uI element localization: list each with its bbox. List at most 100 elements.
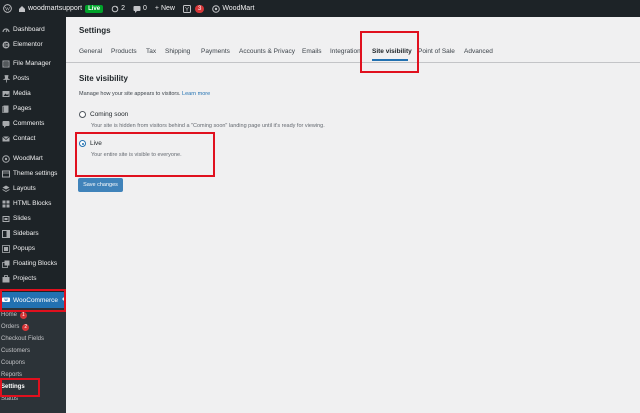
sidebar-item-woocommerce[interactable]: W WooCommerce bbox=[0, 292, 66, 308]
elementor-icon bbox=[2, 41, 10, 49]
submenu-item-settings[interactable]: Settings bbox=[1, 382, 25, 392]
active-tab-indicator bbox=[372, 59, 408, 61]
save-changes-button[interactable]: Save changes bbox=[78, 178, 123, 192]
html-blocks-icon bbox=[2, 200, 10, 208]
section-title: Site visibility bbox=[79, 74, 128, 83]
submenu-item-reports[interactable]: Reports bbox=[1, 370, 22, 380]
sidebar-item-projects[interactable]: Projects bbox=[0, 271, 66, 286]
sidebar-item-media[interactable]: Media bbox=[0, 86, 66, 101]
new-content-link[interactable]: + New bbox=[151, 0, 179, 17]
tab-payments[interactable]: Payments bbox=[201, 48, 230, 55]
sidebar-item-label: File Manager bbox=[13, 60, 51, 67]
submenu-item-label: Orders bbox=[1, 324, 20, 330]
woodmart-link[interactable]: WoodMart bbox=[208, 0, 258, 17]
tab-point-of-sale[interactable]: Point of Sale bbox=[418, 48, 455, 55]
site-name-link[interactable]: woodmartsupport Live bbox=[14, 0, 107, 17]
tab-site-visibility[interactable]: Site visibility bbox=[372, 48, 412, 55]
live-option[interactable]: Live bbox=[79, 140, 102, 147]
sidebar-item-label: Elementor bbox=[13, 41, 43, 48]
sidebar-item-sidebars[interactable]: Sidebars bbox=[0, 226, 66, 241]
learn-more-link[interactable]: Learn more bbox=[182, 91, 210, 97]
comments-icon bbox=[2, 120, 10, 128]
updates-count: 2 bbox=[121, 5, 126, 12]
sidebar-item-elementor[interactable]: Elementor bbox=[0, 37, 66, 52]
sidebar-item-woodmart[interactable]: WoodMart bbox=[0, 151, 66, 166]
sidebar-item-slides[interactable]: Slides bbox=[0, 211, 66, 226]
submenu-item-home[interactable]: Home 1 bbox=[1, 310, 27, 320]
layouts-icon bbox=[2, 185, 10, 193]
live-radio[interactable] bbox=[79, 140, 86, 147]
tab-advanced[interactable]: Advanced bbox=[464, 48, 493, 55]
coming-soon-radio[interactable] bbox=[79, 111, 86, 118]
submenu-item-customers[interactable]: Customers bbox=[1, 346, 30, 356]
site-name: woodmartsupport bbox=[28, 5, 83, 12]
floating-blocks-icon bbox=[2, 260, 10, 268]
pages-icon bbox=[2, 105, 10, 113]
contact-icon bbox=[2, 135, 10, 143]
woodmart-label: WoodMart bbox=[222, 5, 255, 12]
sidebar-item-label: Slides bbox=[13, 215, 31, 222]
submenu-item-checkout-fields[interactable]: Checkout Fields bbox=[1, 334, 44, 344]
tab-shipping[interactable]: Shipping bbox=[165, 48, 190, 55]
sidebar-item-html-blocks[interactable]: HTML Blocks bbox=[0, 196, 66, 211]
home-icon bbox=[18, 5, 26, 13]
sidebar-item-floating-blocks[interactable]: Floating Blocks bbox=[0, 256, 66, 271]
coming-soon-option[interactable]: Coming soon bbox=[79, 111, 128, 118]
sidebar-item-label: Theme settings bbox=[13, 170, 58, 177]
sidebar-item-label: HTML Blocks bbox=[13, 200, 52, 207]
comments-link[interactable]: 0 bbox=[129, 0, 151, 17]
live-badge: Live bbox=[85, 4, 104, 13]
coming-soon-label: Coming soon bbox=[90, 111, 129, 118]
sidebar-item-label: Sidebars bbox=[13, 230, 39, 237]
sidebars-icon bbox=[2, 229, 10, 238]
admin-bar: W woodmartsupport Live 2 0 + New Y 3 Woo… bbox=[0, 0, 640, 17]
tab-accounts-privacy[interactable]: Accounts & Privacy bbox=[239, 48, 295, 55]
submenu-item-label: Status bbox=[1, 396, 19, 402]
submenu-item-status[interactable]: Status bbox=[1, 394, 18, 404]
live-label: Live bbox=[90, 140, 102, 147]
orders-count-badge: 2 bbox=[22, 323, 30, 331]
submenu-item-coupons[interactable]: Coupons bbox=[1, 358, 25, 368]
sidebar-item-label: Dashboard bbox=[13, 26, 45, 33]
tab-integration[interactable]: Integration bbox=[330, 48, 361, 55]
page-title: Settings bbox=[79, 26, 111, 35]
live-help: Your entire site is visible to everyone. bbox=[91, 152, 182, 158]
section-description: Manage how your site appears to visitors… bbox=[79, 91, 210, 97]
updates-link[interactable]: 2 bbox=[107, 0, 129, 17]
wordpress-logo-icon[interactable]: W bbox=[0, 0, 14, 17]
sidebar-item-comments[interactable]: Comments bbox=[0, 116, 66, 131]
tab-products[interactable]: Products bbox=[111, 48, 137, 55]
submenu-item-label: Checkout Fields bbox=[1, 336, 45, 342]
settings-icon bbox=[2, 170, 10, 178]
tab-emails[interactable]: Emails bbox=[302, 48, 322, 55]
yoast-icon: Y bbox=[182, 4, 191, 13]
sidebar-item-contact[interactable]: Contact bbox=[0, 131, 66, 146]
sidebar-item-label: Comments bbox=[13, 120, 45, 127]
sidebar-item-popups[interactable]: Popups bbox=[0, 241, 66, 256]
woocommerce-submenu: Home 1 Orders 2 Checkout Fields Customer… bbox=[0, 308, 66, 413]
file-manager-icon bbox=[2, 60, 10, 68]
sidebar-item-label: Contact bbox=[13, 135, 36, 142]
sidebar-item-layouts[interactable]: Layouts bbox=[0, 181, 66, 196]
yoast-link[interactable]: Y 3 bbox=[179, 0, 208, 17]
svg-text:Y: Y bbox=[185, 7, 189, 13]
sidebar-item-theme-settings[interactable]: Theme settings bbox=[0, 166, 66, 181]
sidebar-item-label: Projects bbox=[13, 275, 37, 282]
sidebar-item-label: Layouts bbox=[13, 185, 36, 192]
sidebar-item-dashboard[interactable]: Dashboard bbox=[0, 22, 66, 37]
submenu-item-orders[interactable]: Orders 2 bbox=[1, 322, 30, 332]
submenu-item-label: Home bbox=[1, 312, 18, 318]
tab-general[interactable]: General bbox=[79, 48, 102, 55]
settings-tabs: General Products Tax Shipping Payments A… bbox=[66, 43, 640, 63]
tab-tax[interactable]: Tax bbox=[146, 48, 156, 55]
comment-bubble-icon bbox=[133, 5, 141, 13]
new-label: + New bbox=[154, 5, 175, 12]
section-description-text: Manage how your site appears to visitors… bbox=[79, 91, 181, 97]
sidebar-item-pages[interactable]: Pages bbox=[0, 101, 66, 116]
sidebar-item-file-manager[interactable]: File Manager bbox=[0, 56, 66, 71]
sidebar-item-label: Floating Blocks bbox=[13, 260, 58, 267]
coming-soon-help: Your site is hidden from visitors behind… bbox=[91, 123, 325, 129]
sidebar-item-posts[interactable]: Posts bbox=[0, 71, 66, 86]
dashboard-icon bbox=[2, 26, 10, 34]
sidebar-item-label: WoodMart bbox=[13, 155, 43, 162]
